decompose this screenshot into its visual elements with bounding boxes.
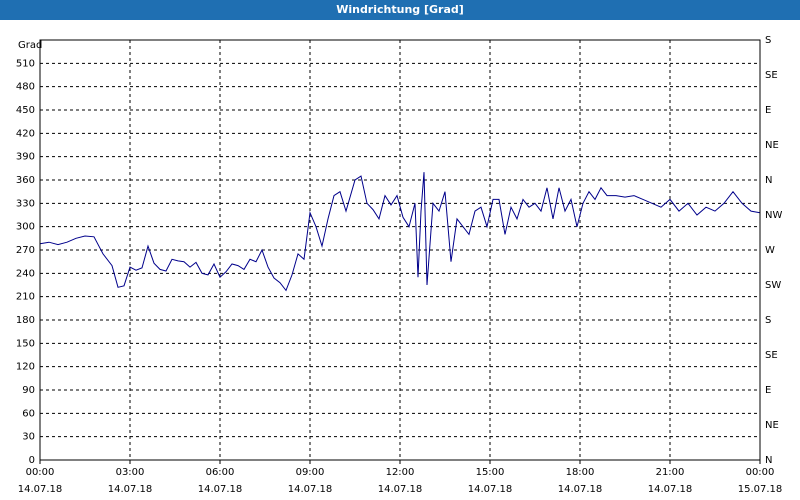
chart-title-bar: Windrichtung [Grad] xyxy=(0,0,800,20)
x-tick-date: 14.07.18 xyxy=(468,484,513,495)
x-tick-time: 09:00 xyxy=(296,467,325,478)
x-tick-time: 06:00 xyxy=(206,467,235,478)
x-tick-date: 14.07.18 xyxy=(108,484,153,495)
y-tick-label: 30 xyxy=(22,432,35,443)
y-tick-label: 510 xyxy=(16,58,35,69)
x-tick-time: 21:00 xyxy=(656,467,685,478)
y-axis-label: Grad xyxy=(18,40,42,51)
compass-tick-label: NW xyxy=(765,210,782,221)
compass-tick-label: NE xyxy=(765,420,779,431)
y-tick-label: 180 xyxy=(16,315,35,326)
compass-tick-label: N xyxy=(765,455,772,466)
compass-tick-label: N xyxy=(765,175,772,186)
compass-tick-label: E xyxy=(765,385,771,396)
y-tick-label: 210 xyxy=(16,292,35,303)
y-tick-label: 90 xyxy=(22,385,35,396)
series-line xyxy=(39,172,761,292)
x-tick-time: 03:00 xyxy=(116,467,145,478)
y-tick-label: 150 xyxy=(16,338,35,349)
x-tick-time: 12:00 xyxy=(386,467,415,478)
y-tick-label: 360 xyxy=(16,175,35,186)
wind-direction-chart: Grad 0 30 60 90 120 150 180 210 240 270 300 330 360 3… xyxy=(16,35,783,495)
x-tick-labels: 00:00 14.07.18 03:00 14.07.18 06:00 14.07.18 0… xyxy=(18,467,783,495)
compass-tick-label: SE xyxy=(765,70,778,81)
x-tick-date: 14.07.18 xyxy=(648,484,693,495)
y-tick-label: 330 xyxy=(16,198,35,209)
x-tick-date: 14.07.18 xyxy=(288,484,333,495)
x-tick-date: 14.07.18 xyxy=(18,484,63,495)
x-tick-time: 00:00 xyxy=(26,467,55,478)
x-tick-time: 18:00 xyxy=(566,467,595,478)
x-tick-date: 15.07.18 xyxy=(738,484,783,495)
right-tick-labels: N NE E SE S SW W NW N NE E SE S xyxy=(765,35,782,466)
y-tick-label: 0 xyxy=(29,455,35,466)
x-tick-date: 14.07.18 xyxy=(198,484,243,495)
compass-tick-label: S xyxy=(765,315,771,326)
y-tick-label: 60 xyxy=(22,408,35,419)
chart-title: Windrichtung [Grad] xyxy=(336,3,464,16)
compass-tick-label: W xyxy=(765,245,775,256)
y-tick-label: 120 xyxy=(16,362,35,373)
y-tick-label: 450 xyxy=(16,105,35,116)
x-tick-date: 14.07.18 xyxy=(378,484,423,495)
compass-tick-label: SE xyxy=(765,350,778,361)
compass-tick-label: NE xyxy=(765,140,779,151)
y-tick-label: 420 xyxy=(16,128,35,139)
compass-tick-label: S xyxy=(765,35,771,46)
chart-grid xyxy=(39,40,761,464)
y-tick-label: 390 xyxy=(16,152,35,163)
x-tick-time: 15:00 xyxy=(476,467,505,478)
compass-tick-label: E xyxy=(765,105,771,116)
y-tick-label: 480 xyxy=(16,82,35,93)
y-tick-label: 300 xyxy=(16,222,35,233)
y-tick-label: 270 xyxy=(16,245,35,256)
y-tick-label: 240 xyxy=(16,268,35,279)
left-tick-labels: 0 30 60 90 120 150 180 210 240 270 300 330 360 390 420… xyxy=(16,58,35,466)
x-tick-time: 00:00 xyxy=(746,467,775,478)
x-tick-date: 14.07.18 xyxy=(558,484,603,495)
compass-tick-label: SW xyxy=(765,280,781,291)
